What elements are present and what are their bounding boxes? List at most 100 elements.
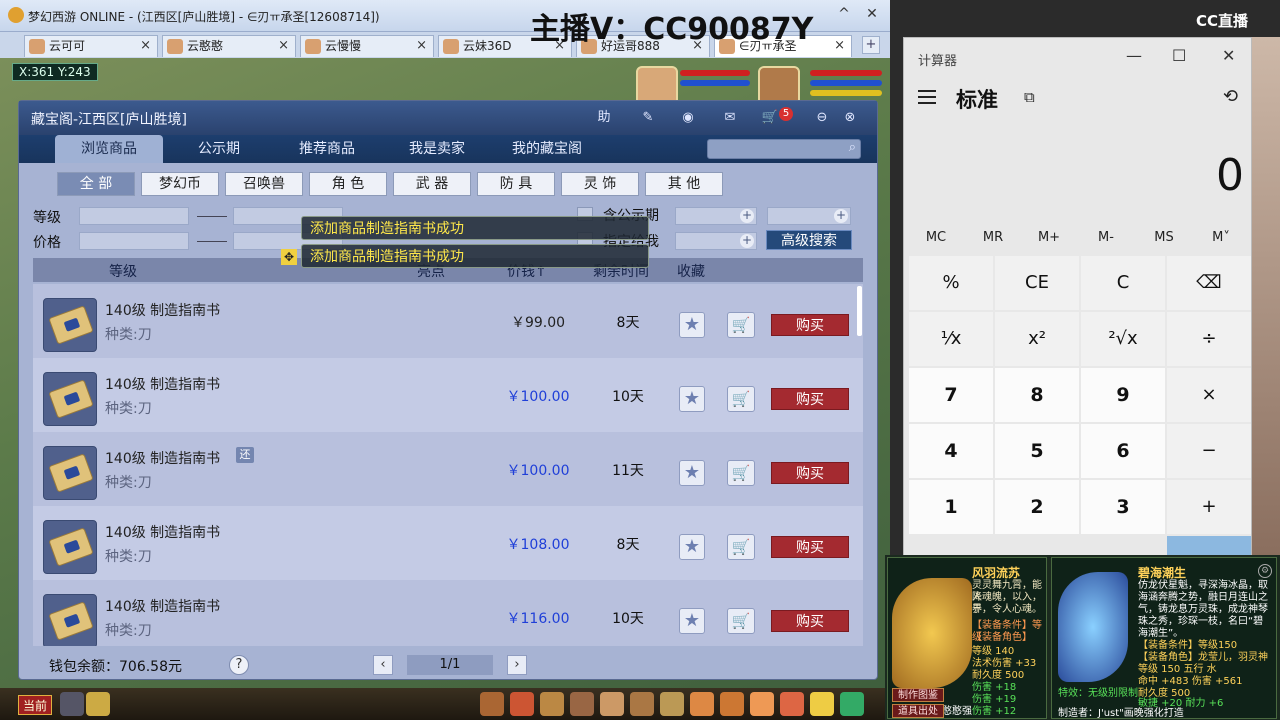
tab-character-3[interactable]: 云慢慢 × — [300, 35, 434, 57]
memory-list-button[interactable]: M˅ — [1193, 230, 1249, 245]
memory-add-button[interactable]: M+ — [1021, 230, 1077, 245]
level-min-input[interactable] — [79, 207, 189, 225]
keep-on-top-icon[interactable]: ⧉ — [1024, 88, 1035, 106]
team-icon[interactable] — [540, 692, 564, 716]
clear-entry-key[interactable]: CE — [995, 256, 1079, 310]
history-icon[interactable]: ⟲ — [1223, 86, 1238, 107]
clear-key[interactable]: C — [1081, 256, 1165, 310]
guide-book-icon[interactable] — [43, 520, 97, 574]
hammer-icon[interactable]: ✎ — [637, 109, 659, 127]
guide-book-icon[interactable] — [43, 594, 97, 646]
add-to-cart-icon[interactable]: 🛒 — [727, 608, 755, 634]
tab-browse[interactable]: 浏览商品 — [55, 135, 163, 163]
memory-store-button[interactable]: MS — [1136, 230, 1192, 245]
digit-3-key[interactable]: 3 — [1081, 480, 1165, 534]
digit-4-key[interactable]: 4 — [909, 424, 993, 478]
add-to-cart-icon[interactable]: 🛒 — [727, 386, 755, 412]
system-icon[interactable] — [780, 692, 804, 716]
multiply-key[interactable]: × — [1167, 368, 1251, 422]
add-to-cart-icon[interactable]: 🛒 — [727, 460, 755, 486]
tab-character-2[interactable]: 云憨憨 × — [162, 35, 296, 57]
tab-character-1[interactable]: 云可可 × — [24, 35, 158, 57]
mall-icon[interactable] — [720, 692, 744, 716]
close-panel-icon[interactable]: ⊗ — [839, 109, 861, 127]
category-accessories[interactable]: 灵 饰 — [561, 172, 639, 196]
reciprocal-key[interactable]: ¹⁄x — [909, 312, 993, 366]
mic-icon[interactable] — [60, 692, 84, 716]
add-to-cart-icon[interactable]: 🛒 — [727, 312, 755, 338]
divide-key[interactable]: ÷ — [1167, 312, 1251, 366]
sqrt-key[interactable]: ²√x — [1081, 312, 1165, 366]
next-page-button[interactable]: › — [507, 655, 527, 675]
subtract-key[interactable]: − — [1167, 424, 1251, 478]
table-row[interactable]: 140级 制造指南书 种类:刀 ￥100.00 10天 ★ 🛒 购买 — [33, 358, 863, 432]
item-source-button[interactable]: 道具出处 — [892, 704, 944, 718]
digit-7-key[interactable]: 7 — [909, 368, 993, 422]
percent-key[interactable]: % — [909, 256, 993, 310]
buy-button[interactable]: 购买 — [771, 388, 849, 410]
equals-key[interactable] — [1167, 536, 1251, 556]
current-channel-tab[interactable]: 当前 — [18, 695, 52, 715]
close-tab-icon[interactable]: × — [834, 36, 845, 56]
close-tab-icon[interactable]: × — [278, 36, 289, 56]
add-to-cart-icon[interactable]: 🛒 — [727, 534, 755, 560]
table-row[interactable]: 140级 制造指南书 种类:刀 ￥116.00 10天 ★ 🛒 购买 — [33, 580, 863, 646]
skill-icon[interactable] — [480, 692, 504, 716]
price-min-input[interactable] — [79, 232, 189, 250]
plus-icon[interactable]: + — [740, 209, 754, 223]
tab-seller[interactable]: 我是卖家 — [387, 135, 487, 163]
guide-book-icon[interactable] — [43, 372, 97, 426]
digit-8-key[interactable]: 8 — [995, 368, 1079, 422]
category-armor[interactable]: 防 具 — [477, 172, 555, 196]
message-icon[interactable]: ✉ — [719, 109, 741, 127]
task-icon[interactable] — [570, 692, 594, 716]
help-icon[interactable]: ? — [229, 655, 249, 675]
bag-icon[interactable] — [510, 692, 534, 716]
emote-icon[interactable] — [810, 692, 834, 716]
advanced-search-button[interactable]: 高级搜索 — [766, 230, 852, 250]
plus-icon[interactable]: + — [834, 209, 848, 223]
search-icon[interactable]: ⌕ — [849, 140, 856, 155]
guide-book-icon[interactable] — [43, 298, 97, 352]
tab-recommended[interactable]: 推荐商品 — [277, 135, 377, 163]
column-level[interactable]: 等级 — [109, 261, 137, 281]
public-select-1[interactable]: + — [675, 207, 757, 225]
add-tab-button[interactable]: + — [862, 36, 880, 54]
close-window-button[interactable]: ✕ — [862, 4, 882, 24]
cart-icon[interactable]: 🛒 — [759, 109, 781, 127]
category-pets[interactable]: 召唤兽 — [225, 172, 303, 196]
favorite-star-icon[interactable]: ★ — [679, 608, 705, 634]
settings-icon[interactable] — [840, 692, 864, 716]
hamburger-menu-icon[interactable] — [918, 90, 936, 104]
favorite-star-icon[interactable]: ★ — [679, 534, 705, 560]
settings-gear-icon[interactable]: ⚙ — [1258, 564, 1272, 578]
table-row[interactable]: 140级 制造指南书 还 种类:刀 ￥100.00 11天 ★ 🛒 购买 — [33, 432, 863, 506]
buy-button[interactable]: 购买 — [771, 536, 849, 558]
category-currency[interactable]: 梦幻币 — [141, 172, 219, 196]
category-other[interactable]: 其 他 — [645, 172, 723, 196]
buy-button[interactable]: 购买 — [771, 462, 849, 484]
digit-1-key[interactable]: 1 — [909, 480, 993, 534]
buy-button[interactable]: 购买 — [771, 314, 849, 336]
search-input[interactable]: ⌕ — [707, 139, 861, 159]
guild-icon[interactable] — [630, 692, 654, 716]
table-row[interactable]: 140级 制造指南书 种类:刀 ￥108.00 8天 ★ 🛒 购买 — [33, 506, 863, 580]
assigned-select[interactable]: + — [675, 232, 757, 250]
record-icon[interactable]: ◉ — [677, 109, 699, 127]
square-key[interactable]: x² — [995, 312, 1079, 366]
digit-2-key[interactable]: 2 — [995, 480, 1079, 534]
gift-icon[interactable] — [690, 692, 714, 716]
tab-my-market[interactable]: 我的藏宝阁 — [497, 135, 597, 163]
backspace-key[interactable]: ⌫ — [1167, 256, 1251, 310]
guide-book-icon[interactable] — [43, 446, 97, 500]
category-roles[interactable]: 角 色 — [309, 172, 387, 196]
favorite-star-icon[interactable]: ★ — [679, 460, 705, 486]
list-scrollbar[interactable] — [857, 286, 862, 336]
trade-icon[interactable] — [660, 692, 684, 716]
memory-recall-button[interactable]: MR — [965, 230, 1021, 245]
calc-minimize-icon[interactable]: — — [1126, 46, 1142, 65]
table-row[interactable]: 140级 制造指南书 种类:刀 ￥99.00 8天 ★ 🛒 购买 — [33, 284, 863, 358]
digit-6-key[interactable]: 6 — [1081, 424, 1165, 478]
buy-button[interactable]: 购买 — [771, 610, 849, 632]
plus-icon[interactable]: + — [740, 234, 754, 248]
